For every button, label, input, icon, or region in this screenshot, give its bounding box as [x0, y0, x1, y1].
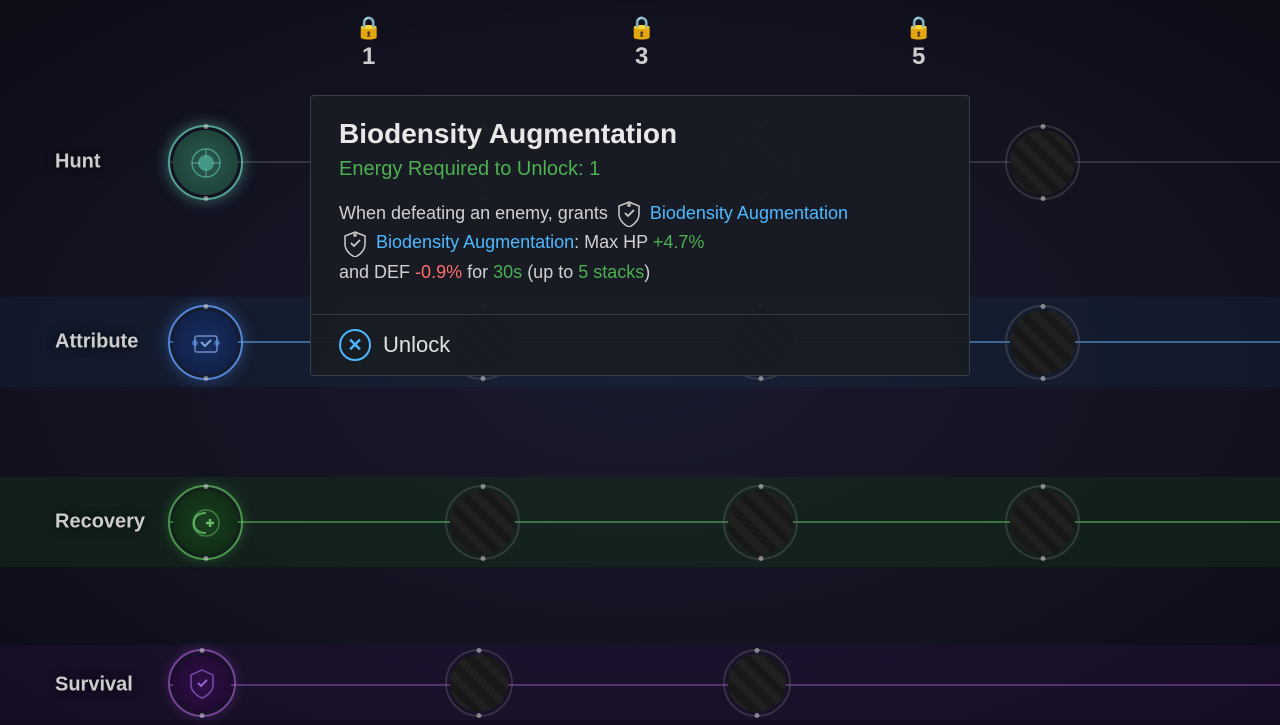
attribute-node-1-inner — [173, 310, 238, 375]
lock-num-3: 3 — [635, 43, 648, 71]
recovery-row: Recovery — [0, 477, 1280, 567]
time-value: 30s — [493, 262, 522, 282]
attribute-node-4[interactable] — [1005, 305, 1080, 380]
unlock-button-icon[interactable]: ✕ — [339, 329, 371, 361]
lock-indicator-1: 🔒 1 — [355, 15, 382, 71]
survival-node-1[interactable] — [168, 649, 236, 717]
desc-prefix: When defeating an enemy, grants — [339, 203, 608, 223]
recovery-node-2[interactable] — [445, 485, 520, 560]
paren-close: ) — [644, 262, 650, 282]
attribute-icon — [187, 324, 225, 362]
unlock-label[interactable]: Unlock — [383, 332, 450, 358]
stat-pos: +4.7% — [653, 232, 705, 252]
stat-for: for — [467, 262, 488, 282]
tooltip-body: Biodensity Augmentation Energy Required … — [311, 96, 969, 302]
survival-label: Survival — [55, 674, 133, 697]
lock-num-5: 5 — [912, 43, 925, 71]
recovery-node-1-inner — [173, 490, 238, 555]
lock-icon-1: 🔒 — [355, 15, 382, 41]
lock-num-1: 1 — [362, 43, 375, 71]
recovery-node-3[interactable] — [723, 485, 798, 560]
buff-detail-label: Biodensity Augmentation — [376, 232, 574, 252]
stat-mid: and DEF — [339, 262, 410, 282]
survival-node-2-inner — [450, 654, 508, 712]
lock-indicator-3: 🔒 3 — [628, 15, 655, 71]
attribute-node-1[interactable] — [168, 305, 243, 380]
hunt-node-1-icon — [186, 143, 226, 183]
recovery-node-3-inner — [728, 490, 793, 555]
survival-node-3[interactable] — [723, 649, 791, 717]
recovery-icon — [188, 505, 224, 541]
survival-node-1-inner — [173, 654, 231, 712]
attribute-label: Attribute — [55, 331, 138, 354]
survival-row: Survival — [0, 645, 1280, 725]
survival-node-2[interactable] — [445, 649, 513, 717]
skill-tooltip: Biodensity Augmentation Energy Required … — [310, 95, 970, 376]
survival-node-3-inner — [728, 654, 786, 712]
buff-icon-inline — [615, 199, 643, 227]
tooltip-footer[interactable]: ✕ Unlock — [311, 315, 969, 375]
tooltip-title: Biodensity Augmentation — [339, 118, 941, 150]
buff-detail-colon: : Max HP — [574, 232, 648, 252]
tooltip-energy: Energy Required to Unlock: 1 — [339, 158, 941, 181]
hunt-node-1-inner — [173, 130, 238, 195]
lock-icon-5: 🔒 — [905, 15, 932, 41]
hunt-node-4-inner — [1010, 130, 1075, 195]
hunt-label: Hunt — [55, 151, 101, 174]
recovery-node-4[interactable] — [1005, 485, 1080, 560]
lock-indicator-5: 🔒 5 — [905, 15, 932, 71]
hunt-node-4[interactable] — [1005, 125, 1080, 200]
recovery-node-4-inner — [1010, 490, 1075, 555]
stacks-value: 5 stacks — [578, 262, 644, 282]
survival-icon — [185, 666, 219, 700]
recovery-label: Recovery — [55, 511, 145, 534]
buff-icon-detail — [341, 229, 369, 257]
lock-icon-3: 🔒 — [628, 15, 655, 41]
tooltip-description: When defeating an enemy, grants Biodensi… — [339, 199, 941, 286]
stat-neg: -0.9% — [415, 262, 462, 282]
buff-name-inline: Biodensity Augmentation — [650, 203, 848, 223]
paren-open: (up to — [527, 262, 573, 282]
recovery-node-1[interactable] — [168, 485, 243, 560]
recovery-node-2-inner — [450, 490, 515, 555]
attribute-node-4-inner — [1010, 310, 1075, 375]
hunt-node-1[interactable] — [168, 125, 243, 200]
